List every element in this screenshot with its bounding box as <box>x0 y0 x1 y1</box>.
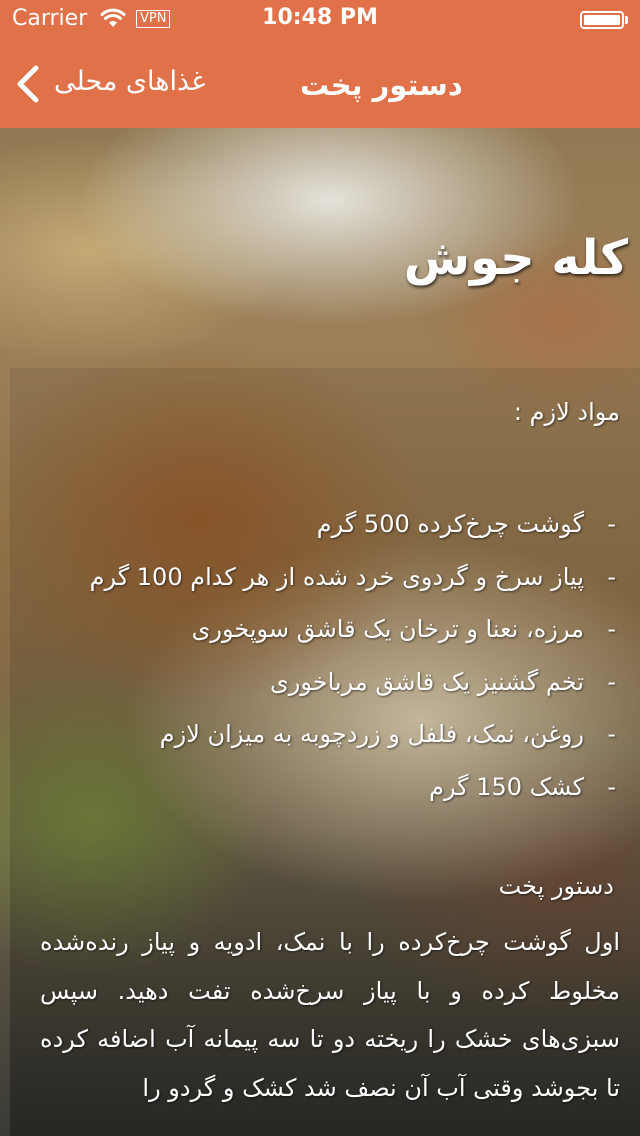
status-time: 10:48 PM <box>262 5 378 30</box>
ingredient-item: -گوشت چرخ‌کرده 500 گرم <box>36 498 616 551</box>
ingredients-heading: مواد لازم : <box>513 398 620 426</box>
status-bar: Carrier VPN 10:48 PM <box>0 0 640 40</box>
navigation-bar: غذاهای محلی دستور پخت <box>0 40 640 128</box>
chevron-left-icon <box>17 65 39 103</box>
back-button[interactable]: غذاهای محلی <box>14 60 234 108</box>
ingredient-text: پیاز سرخ و گردوی خرد شده از هر کدام 100 … <box>89 562 584 591</box>
ingredient-bullet: - <box>607 510 616 538</box>
nav-title: دستور پخت <box>300 68 463 102</box>
battery-fill <box>584 15 620 25</box>
ingredient-bullet: - <box>607 667 616 696</box>
ingredient-item: -کشک 150 گرم <box>36 761 616 814</box>
ingredient-bullet: - <box>607 720 616 748</box>
ingredient-item: -روغن، نمک، فلفل و زردچوبه به میزان لازم <box>36 708 616 761</box>
ingredient-item: -مرزه، نعنا و ترخان یک قاشق سوپخوری <box>36 603 616 656</box>
ingredient-text: کشک 150 گرم <box>429 772 584 801</box>
recipe-title: کله جوش <box>403 230 628 286</box>
ingredient-bullet: - <box>607 772 616 801</box>
back-button-label: غذاهای محلی <box>54 66 206 97</box>
ingredient-bullet: - <box>607 562 616 591</box>
battery-icon <box>580 11 624 29</box>
ingredient-item: -پیاز سرخ و گردوی خرد شده از هر کدام 100… <box>36 551 616 604</box>
method-text: اول گوشت چرخ‌کرده را با نمک، ادویه و پیا… <box>40 928 620 1102</box>
ingredient-text: تخم گشنیز یک قاشق مرباخوری <box>270 667 584 696</box>
ingredient-text: روغن، نمک، فلفل و زردچوبه به میزان لازم <box>159 720 584 748</box>
ingredient-bullet: - <box>607 615 616 643</box>
battery-tip <box>625 16 628 24</box>
ingredient-text: گوشت چرخ‌کرده 500 گرم <box>316 510 584 538</box>
ingredient-text: مرزه، نعنا و ترخان یک قاشق سوپخوری <box>191 615 584 643</box>
method-heading: دستور پخت <box>498 872 614 900</box>
ingredients-list: -گوشت چرخ‌کرده 500 گرم -پیاز سرخ و گردوی… <box>36 498 616 813</box>
ingredient-item: -تخم گشنیز یک قاشق مرباخوری <box>36 656 616 709</box>
